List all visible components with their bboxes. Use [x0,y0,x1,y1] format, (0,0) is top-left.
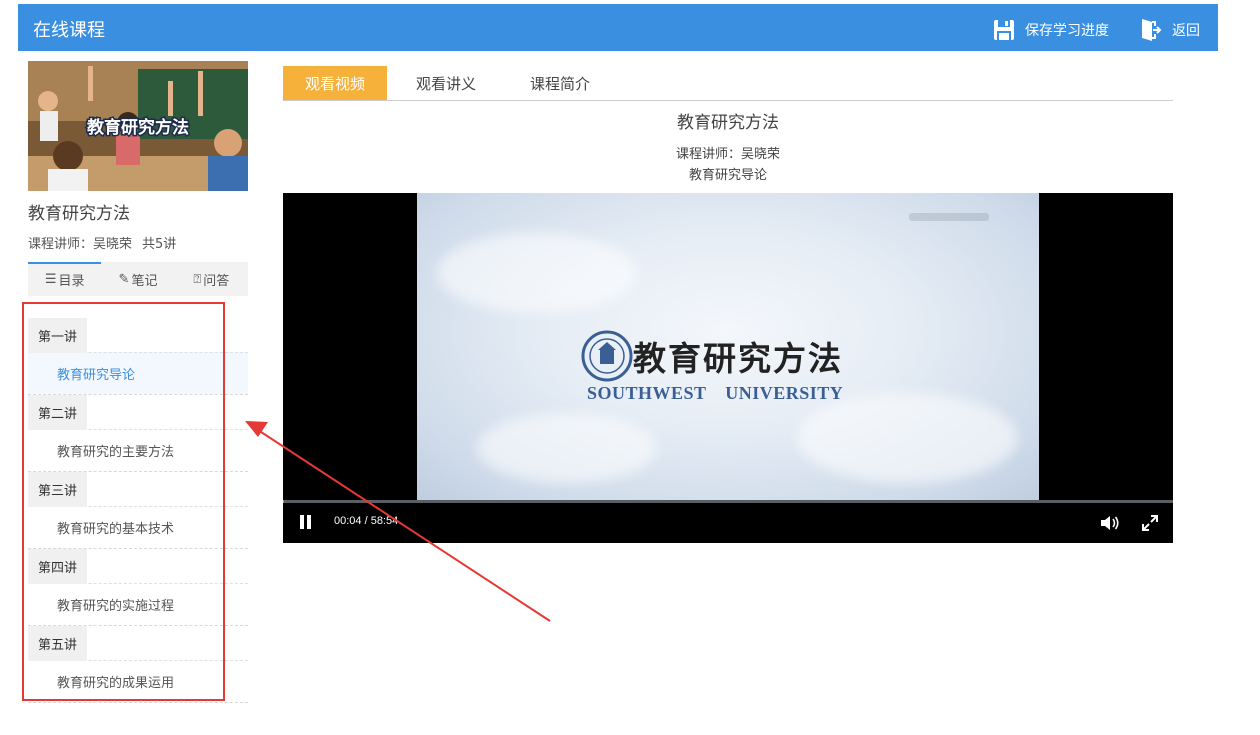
tab-catalog[interactable]: ☰ 目录 [28,262,102,296]
tab-watch-handout[interactable]: 观看讲义 [391,66,501,100]
tab-notes[interactable]: ✎ 笔记 [101,262,174,296]
back-button[interactable]: 返回 [1140,18,1200,42]
lecture-count: 共5讲 [142,237,177,252]
tab-course-intro[interactable]: 课程简介 [505,66,615,100]
thumbnail-title: 教育研究方法 [86,117,189,138]
video-teacher: 课程讲师：吴晓荣 [675,147,780,162]
university-seal-icon [581,330,633,382]
save-icon [994,20,1014,40]
question-icon: ⍰ [193,271,202,287]
tab-qa[interactable]: ⍰ 问答 [175,262,248,296]
tab-catalog-label: 目录 [58,273,85,289]
volume-icon[interactable] [1100,514,1120,532]
video-watermark [909,213,989,221]
fullscreen-icon[interactable] [1141,514,1159,532]
tab-qa-label: 问答 [203,273,230,289]
tab-notes-label: 笔记 [131,273,158,289]
list-icon: ☰ [44,271,57,287]
save-progress-button[interactable]: 保存学习进度 [993,18,1109,42]
main-tabs: 观看视频 观看讲义 课程简介 [283,66,1173,101]
video-controls: 00:04 / 58:54 [283,503,1173,543]
video-player[interactable]: 教育研究方法 SOUTHWEST UNIVERSITY 00:04 / 58:5… [283,193,1173,543]
top-bar: 在线课程 保存学习进度 返回 [18,4,1218,51]
note-icon: ✎ [118,271,130,287]
course-thumbnail: 教育研究方法 [28,61,248,191]
video-title: 教育研究方法 [677,113,779,133]
tab-watch-video[interactable]: 观看视频 [283,66,387,100]
video-frame: 教育研究方法 SOUTHWEST UNIVERSITY [417,193,1039,500]
annotation-highlight-box [22,302,225,701]
sidebar-tabs: ☰ 目录 ✎ 笔记 ⍰ 问答 [28,262,248,296]
save-progress-label: 保存学习进度 [1025,23,1109,39]
course-teacher: 课程讲师：吴晓荣 [28,237,133,252]
app-title: 在线课程 [33,20,105,41]
video-lesson: 教育研究导论 [688,168,767,183]
pause-icon[interactable] [299,515,313,529]
video-frame-university: SOUTHWEST UNIVERSITY [587,383,844,403]
course-meta: 课程讲师：吴晓荣 共5讲 [28,233,186,252]
back-label: 返回 [1172,23,1200,39]
video-frame-title: 教育研究方法 [633,339,843,378]
video-time: 00:04 / 58:54 [334,515,399,527]
course-name: 教育研究方法 [28,204,130,224]
exit-icon [1142,19,1162,41]
